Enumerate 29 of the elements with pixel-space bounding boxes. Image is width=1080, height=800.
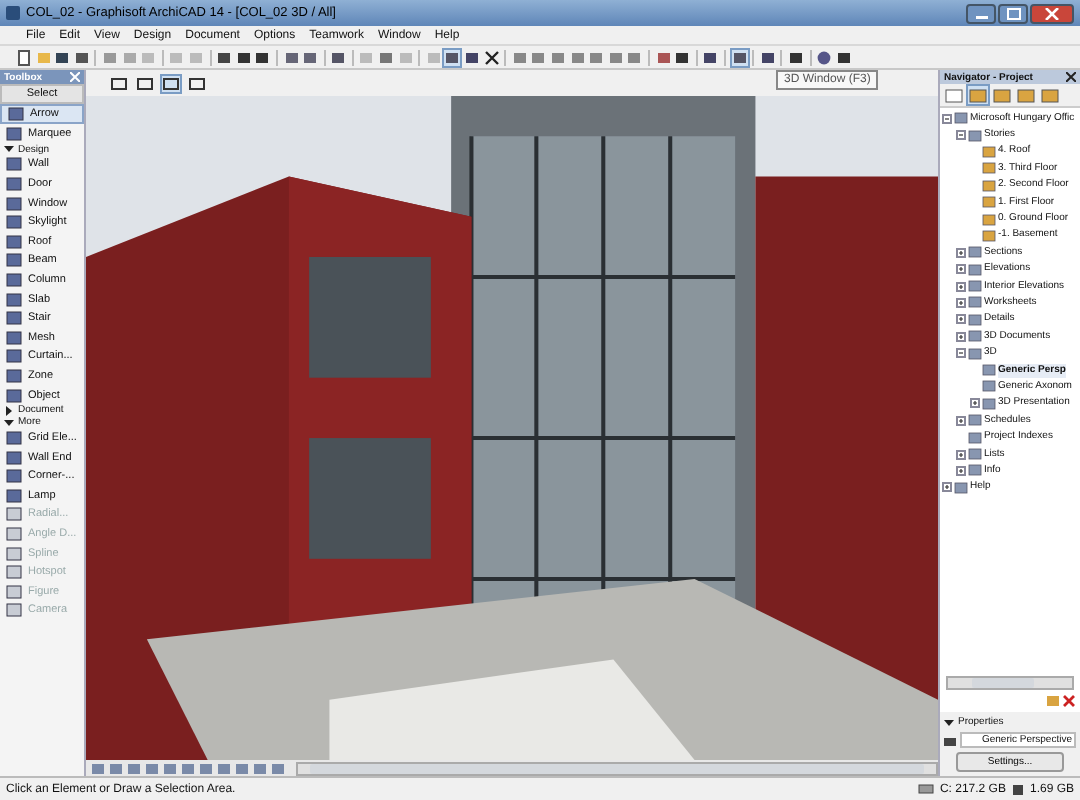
camera-icon bbox=[944, 735, 956, 745]
horizontal-scrollbar[interactable] bbox=[296, 761, 938, 775]
expander-icon[interactable] bbox=[956, 130, 966, 141]
expand-arrow-icon bbox=[4, 144, 14, 155]
expander-icon[interactable] bbox=[956, 348, 966, 359]
expander-icon[interactable] bbox=[956, 314, 966, 325]
close-button[interactable] bbox=[1030, 3, 1074, 23]
maximize-icon bbox=[1005, 7, 1021, 19]
expander-icon[interactable] bbox=[956, 281, 966, 292]
minimize-button[interactable] bbox=[966, 3, 996, 23]
expander-icon[interactable] bbox=[956, 331, 966, 342]
expander-icon[interactable] bbox=[956, 264, 966, 275]
expander-icon[interactable] bbox=[956, 449, 966, 459]
memory-icon bbox=[1011, 783, 1024, 795]
expand-arrow-icon bbox=[944, 717, 954, 727]
horizontal-scrollbar[interactable] bbox=[946, 676, 1074, 690]
maximize-button[interactable] bbox=[998, 3, 1028, 23]
expander-icon[interactable] bbox=[956, 415, 966, 426]
expander-icon[interactable] bbox=[970, 398, 980, 409]
expander-icon[interactable] bbox=[942, 113, 952, 124]
expander-icon[interactable] bbox=[942, 482, 952, 493]
expander-icon[interactable] bbox=[956, 465, 966, 476]
close-icon bbox=[1044, 7, 1060, 19]
close-icon[interactable] bbox=[1066, 72, 1076, 82]
expander-icon[interactable] bbox=[956, 297, 966, 308]
app-icon bbox=[6, 6, 20, 20]
expander-icon[interactable] bbox=[956, 247, 966, 258]
toolbar-icon[interactable] bbox=[483, 49, 500, 65]
delete-icon[interactable] bbox=[1062, 694, 1076, 708]
